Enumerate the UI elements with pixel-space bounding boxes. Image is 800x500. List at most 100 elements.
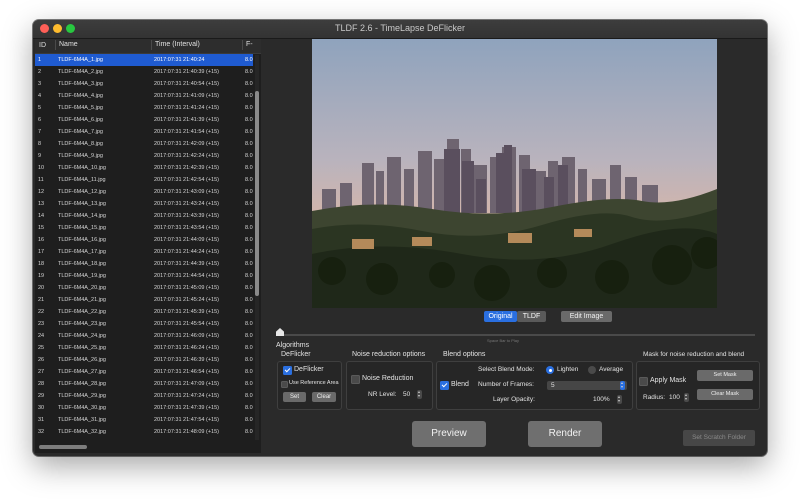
- table-row[interactable]: 19 TLDF-6M4A_19.jpg 2017:07:31 21:44:54 (+…: [35, 270, 253, 282]
- table-row[interactable]: 13 TLDF-6M4A_13.jpg 2017:07:31 21:43:24 (+…: [35, 198, 253, 210]
- opacity-label: Layer Opacity:: [493, 396, 535, 403]
- frames-field[interactable]: 5: [547, 381, 627, 390]
- blend-group-title: Blend options: [443, 351, 486, 358]
- row-name-cell: TLDF-6M4A_9.jpg: [58, 153, 103, 159]
- noise-reduction-checkbox[interactable]: [351, 375, 360, 384]
- frame-slider-knob[interactable]: [276, 328, 284, 336]
- row-time-cell: 2017:07:31 21:44:09 (+15): [154, 237, 219, 243]
- table-row[interactable]: 28 TLDF-6M4A_28.jpg 2017:07:31 21:47:09 (+…: [35, 378, 253, 390]
- opacity-stepper[interactable]: [617, 395, 622, 404]
- row-time-cell: 2017:07:31 21:47:09 (+15): [154, 381, 219, 387]
- average-radio[interactable]: [588, 366, 596, 374]
- deflicker-label: DeFlicker: [294, 366, 324, 373]
- table-header: ID Name Time (Interval) F-: [35, 39, 261, 54]
- set-mask-button[interactable]: Set Mask: [697, 370, 753, 381]
- row-f-cell: 8.0: [245, 57, 253, 63]
- row-name-cell: TLDF-6M4A_10.jpg: [58, 165, 106, 171]
- table-row[interactable]: 12 TLDF-6M4A_12.jpg 2017:07:31 21:43:09 (+…: [35, 186, 253, 198]
- table-row[interactable]: 7 TLDF-6M4A_7.jpg 2017:07:31 21:41:54 (+15…: [35, 126, 253, 138]
- table-row[interactable]: 4 TLDF-6M4A_4.jpg 2017:07:31 21:41:09 (+15…: [35, 90, 253, 102]
- table-row[interactable]: 32 TLDF-6M4A_32.jpg 2017:07:31 21:48:09 (+…: [35, 426, 253, 438]
- row-f-cell: 8.0: [245, 213, 253, 219]
- use-reference-checkbox[interactable]: [281, 381, 288, 388]
- row-time-cell: 2017:07:31 21:46:09 (+15): [154, 333, 219, 339]
- row-id-cell: 9: [38, 153, 42, 159]
- row-time-cell: 2017:07:31 21:43:24 (+15): [154, 201, 219, 207]
- table-row[interactable]: 18 TLDF-6M4A_18.jpg 2017:07:31 21:44:39 (+…: [35, 258, 253, 270]
- table-row[interactable]: 17 TLDF-6M4A_17.jpg 2017:07:31 21:44:24 (+…: [35, 246, 253, 258]
- row-name-cell: TLDF-6M4A_5.jpg: [58, 105, 103, 111]
- mask-group: [636, 361, 760, 410]
- table-row[interactable]: 22 TLDF-6M4A_22.jpg 2017:07:31 21:45:39 (+…: [35, 306, 253, 318]
- clear-mask-button[interactable]: Clear Mask: [697, 389, 753, 400]
- table-row[interactable]: 23 TLDF-6M4A_23.jpg 2017:07:31 21:45:54 (+…: [35, 318, 253, 330]
- table-row[interactable]: 1 TLDF-6M4A_1.jpg 2017:07:31 21:40:24 8.0: [35, 54, 253, 66]
- table-row[interactable]: 6 TLDF-6M4A_6.jpg 2017:07:31 21:41:39 (+15…: [35, 114, 253, 126]
- deflicker-set-button[interactable]: Set: [283, 392, 306, 402]
- tab-original[interactable]: Original: [484, 311, 517, 322]
- table-row[interactable]: 5 TLDF-6M4A_5.jpg 2017:07:31 21:41:24 (+15…: [35, 102, 253, 114]
- set-scratch-folder-button[interactable]: Set Scratch Folder: [683, 430, 755, 446]
- row-f-cell: 8.0: [245, 105, 253, 111]
- row-name-cell: TLDF-6M4A_28.jpg: [58, 381, 106, 387]
- row-f-cell: 8.0: [245, 357, 253, 363]
- row-name-cell: TLDF-6M4A_15.jpg: [58, 225, 106, 231]
- table-row[interactable]: 24 TLDF-6M4A_24.jpg 2017:07:31 21:46:09 (+…: [35, 330, 253, 342]
- apply-mask-checkbox[interactable]: [639, 377, 648, 386]
- row-name-cell: TLDF-6M4A_30.jpg: [58, 405, 106, 411]
- table-row[interactable]: 2 TLDF-6M4A_2.jpg 2017:07:31 21:40:39 (+15…: [35, 66, 253, 78]
- blend-mode-label: Select Blend Mode:: [478, 366, 535, 373]
- table-row[interactable]: 14 TLDF-6M4A_14.jpg 2017:07:31 21:43:39 (+…: [35, 210, 253, 222]
- horizontal-scrollbar-thumb[interactable]: [39, 445, 87, 449]
- apply-mask-label: Apply Mask: [650, 377, 687, 384]
- table-row[interactable]: 3 TLDF-6M4A_3.jpg 2017:07:31 21:40:54 (+15…: [35, 78, 253, 90]
- table-row[interactable]: 29 TLDF-6M4A_29.jpg 2017:07:31 21:47:24 (+…: [35, 390, 253, 402]
- table-row[interactable]: 31 TLDF-6M4A_31.jpg 2017:07:31 21:47:54 (+…: [35, 414, 253, 426]
- row-time-cell: 2017:07:31 21:47:24 (+15): [154, 393, 219, 399]
- row-name-cell: TLDF-6M4A_22.jpg: [58, 309, 106, 315]
- vertical-scrollbar-thumb[interactable]: [255, 91, 259, 296]
- radius-label: Radius:: [643, 394, 666, 401]
- row-time-cell: 2017:07:31 21:42:54 (+15): [154, 177, 219, 183]
- deflicker-checkbox[interactable]: [283, 366, 292, 375]
- edit-image-button[interactable]: Edit Image: [561, 311, 612, 322]
- row-time-cell: 2017:07:31 21:42:39 (+15): [154, 165, 219, 171]
- column-header-name[interactable]: Name: [55, 40, 78, 50]
- table-row[interactable]: 21 TLDF-6M4A_21.jpg 2017:07:31 21:45:24 (+…: [35, 294, 253, 306]
- lighten-radio[interactable]: [546, 366, 554, 374]
- row-time-cell: 2017:07:31 21:40:54 (+15): [154, 81, 219, 87]
- table-row[interactable]: 27 TLDF-6M4A_27.jpg 2017:07:31 21:46:54 (+…: [35, 366, 253, 378]
- frames-stepper[interactable]: [620, 381, 625, 390]
- noise-reduction-label: Noise Reduction: [362, 375, 414, 382]
- blend-checkbox[interactable]: [440, 381, 449, 390]
- row-time-cell: 2017:07:31 21:41:09 (+15): [154, 93, 219, 99]
- row-f-cell: 8.0: [245, 249, 253, 255]
- nr-level-stepper[interactable]: [417, 390, 422, 399]
- table-row[interactable]: 30 TLDF-6M4A_30.jpg 2017:07:31 21:47:39 (+…: [35, 402, 253, 414]
- table-row[interactable]: 16 TLDF-6M4A_16.jpg 2017:07:31 21:44:09 (+…: [35, 234, 253, 246]
- row-time-cell: 2017:07:31 21:48:09 (+15): [154, 429, 219, 435]
- table-row[interactable]: 9 TLDF-6M4A_9.jpg 2017:07:31 21:42:24 (+15…: [35, 150, 253, 162]
- row-time-cell: 2017:07:31 21:45:54 (+15): [154, 321, 219, 327]
- column-header-id[interactable]: ID: [39, 42, 46, 49]
- file-table: ID Name Time (Interval) F- 1 TLDF-6M4A_1.…: [35, 39, 261, 453]
- table-row[interactable]: 20 TLDF-6M4A_20.jpg 2017:07:31 21:45:09 (+…: [35, 282, 253, 294]
- deflicker-clear-button[interactable]: Clear: [312, 392, 336, 402]
- table-row[interactable]: 26 TLDF-6M4A_26.jpg 2017:07:31 21:46:39 (+…: [35, 354, 253, 366]
- column-header-f[interactable]: F-: [242, 40, 253, 50]
- radius-stepper[interactable]: [684, 393, 689, 402]
- column-header-time[interactable]: Time (Interval): [151, 40, 200, 50]
- noise-group-title: Noise reduction options: [352, 351, 426, 358]
- row-f-cell: 8.0: [245, 189, 253, 195]
- table-row[interactable]: 10 TLDF-6M4A_10.jpg 2017:07:31 21:42:39 (+…: [35, 162, 253, 174]
- tab-tldf[interactable]: TLDF: [517, 311, 546, 322]
- preview-button[interactable]: Preview: [412, 421, 486, 447]
- render-button[interactable]: Render: [528, 421, 602, 447]
- table-row[interactable]: 25 TLDF-6M4A_25.jpg 2017:07:31 21:46:24 (+…: [35, 342, 253, 354]
- frame-slider-track[interactable]: [279, 334, 755, 336]
- table-row[interactable]: 8 TLDF-6M4A_8.jpg 2017:07:31 21:42:09 (+15…: [35, 138, 253, 150]
- row-f-cell: 8.0: [245, 285, 253, 291]
- table-row[interactable]: 15 TLDF-6M4A_15.jpg 2017:07:31 21:43:54 (+…: [35, 222, 253, 234]
- table-row[interactable]: 11 TLDF-6M4A_11.jpg 2017:07:31 21:42:54 (+…: [35, 174, 253, 186]
- row-id-cell: 30: [38, 405, 45, 411]
